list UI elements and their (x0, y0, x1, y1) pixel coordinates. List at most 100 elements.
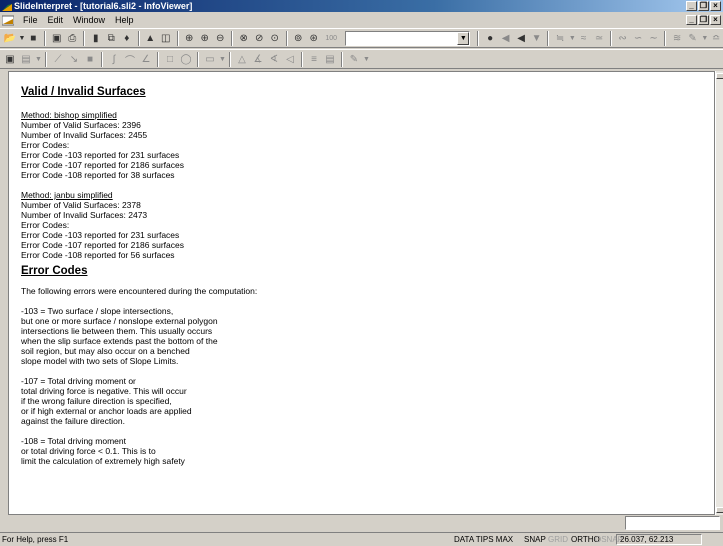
zoom-extents-icon[interactable]: ⊘ (253, 31, 267, 45)
document-icon (2, 15, 14, 25)
zoom-all-icon[interactable]: ⊕ (183, 31, 197, 45)
menu-edit[interactable]: Edit (43, 13, 69, 27)
graph-icon[interactable]: ▲ (144, 31, 158, 45)
probe-icon[interactable]: ∾ (616, 31, 630, 45)
triangle-icon[interactable]: △ (235, 52, 249, 66)
zoom-out-icon[interactable]: ⊖ (214, 31, 228, 45)
grid-toggle[interactable]: GRID (548, 533, 568, 546)
section-title-surfaces: Valid / Invalid Surfaces (21, 86, 146, 98)
zoom-window-icon[interactable]: ⊗ (237, 31, 251, 45)
print-icon[interactable]: ⎙ (66, 31, 80, 45)
report-line: Error Code -103 reported for 231 surface… (21, 230, 180, 240)
report-line: limit the calculation of extremely high … (21, 456, 185, 466)
surface-dropdown[interactable]: ▼ (569, 31, 576, 45)
info-viewer[interactable]: Valid / Invalid Surfaces Method: bishop … (8, 71, 715, 515)
view-combo[interactable]: ▼ (344, 30, 471, 46)
report-line: Error Code -103 reported for 231 surface… (21, 150, 180, 160)
minimize-button[interactable]: _ (686, 1, 697, 11)
report-line: Number of Invalid Surfaces: 2455 (21, 130, 148, 140)
coordinates-readout: 26.037, 62.213 (616, 534, 702, 545)
report-line: Number of Valid Surfaces: 2378 (21, 200, 141, 210)
previous-icon[interactable]: ◀ (514, 31, 528, 45)
pencil-dropdown[interactable]: ▼ (701, 31, 708, 45)
pan-icon[interactable]: ⊙ (268, 31, 282, 45)
open-dropdown[interactable]: ▼ (19, 31, 26, 45)
arc-icon[interactable]: ⌒ (123, 52, 137, 67)
report-line: if the wrong failure direction is specif… (21, 396, 172, 406)
snap-toggle[interactable]: SNAP (524, 533, 546, 546)
doc-restore-button[interactable]: ❒ (698, 15, 709, 25)
measure-icon[interactable]: ∽ (631, 31, 645, 45)
select-icon[interactable]: ▣ (3, 52, 17, 66)
scroll-down-button[interactable] (716, 507, 723, 513)
vertical-scrollbar[interactable] (715, 71, 723, 515)
rectangle-icon[interactable]: □ (163, 52, 177, 66)
report-line: -108 = Total driving moment (21, 436, 126, 446)
separator (547, 30, 550, 46)
method-heading: Method: janbu simplified (21, 190, 113, 200)
menu-window[interactable]: Window (68, 13, 110, 27)
line-icon[interactable]: ⟋ (51, 52, 65, 66)
table-icon[interactable]: ◫ (159, 31, 173, 45)
report-content: Valid / Invalid Surfaces Method: bishop … (21, 86, 621, 466)
pencil-icon[interactable]: ✎ (686, 31, 700, 45)
query-icon[interactable]: ≃ (592, 31, 606, 45)
edit-icon[interactable]: ▤ (19, 52, 33, 66)
maximize-button[interactable]: ❒ (698, 1, 709, 11)
text-box-dropdown[interactable]: ▼ (219, 52, 226, 66)
command-bar (0, 516, 723, 530)
separator (101, 51, 103, 67)
separator (157, 51, 159, 67)
ellipse-icon[interactable]: ◯ (179, 52, 193, 66)
separator (231, 30, 233, 46)
text-box-icon[interactable]: ▭ (203, 52, 217, 66)
record-icon[interactable]: ● (483, 31, 497, 45)
dimension-icon[interactable]: ∠ (139, 52, 153, 66)
window-title: SlideInterpret - [tutorial6.sli2 - InfoV… (14, 1, 193, 11)
eraser-icon[interactable]: ✎ (347, 52, 361, 66)
chevron-down-icon[interactable]: ▼ (457, 31, 470, 45)
scroll-up-button[interactable] (716, 73, 723, 79)
polygon-icon[interactable]: ◁ (283, 52, 297, 66)
menu-file[interactable]: File (18, 13, 43, 27)
data-tips-toggle[interactable]: DATA TIPS MAX (454, 533, 513, 546)
legend-icon[interactable]: ≋ (670, 31, 684, 45)
report-line: Error Code -108 reported for 38 surfaces (21, 170, 175, 180)
app-icon (2, 4, 12, 11)
compute-icon[interactable]: ♦ (120, 31, 134, 45)
surface-options-icon[interactable]: ≒ (553, 31, 567, 45)
copy-icon[interactable]: ⧉ (105, 31, 119, 45)
close-button[interactable]: × (710, 1, 721, 11)
menu-help[interactable]: Help (110, 13, 139, 27)
freehand-icon[interactable]: ∫ (107, 52, 121, 66)
main-toolbar: 📂 ▼ ■ ▣ ⎙ ▮ ⧉ ♦ ▲ ◫ ⊕ ⊕ ⊖ ⊗ ⊘ ⊙ ⊚ ⊛ 100 … (0, 28, 723, 48)
split-icon[interactable]: ∼ (647, 31, 661, 45)
print-preview-icon[interactable]: ▣ (50, 31, 64, 45)
first-icon[interactable]: ◀ (499, 31, 513, 45)
chart-icon[interactable]: ▮ (89, 31, 103, 45)
doc-minimize-button[interactable]: _ (686, 15, 697, 25)
chart-small-icon[interactable]: ▤ (323, 52, 337, 66)
zoom-previous-icon[interactable]: ⊚ (292, 31, 306, 45)
doc-close-button[interactable]: × (710, 15, 721, 25)
open-icon[interactable]: 📂 (3, 31, 17, 45)
zoom-scale-icon[interactable]: ⊛ (307, 31, 321, 45)
command-input[interactable] (625, 516, 720, 530)
section-title-error-codes: Error Codes (21, 265, 88, 277)
eraser-dropdown[interactable]: ▼ (363, 52, 370, 66)
edit-dropdown[interactable]: ▼ (35, 52, 42, 66)
method-heading: Method: bishop simplified (21, 110, 117, 120)
zoom-in-icon[interactable]: ⊕ (198, 31, 212, 45)
arrow-icon[interactable]: ↘ (67, 52, 81, 66)
slip-surface-icon[interactable]: ≈ (577, 31, 591, 45)
filter-icon[interactable]: ▼ (530, 31, 544, 45)
options-icon[interactable]: ≏ (709, 31, 723, 45)
report-line: when the slip surface extends past the b… (21, 336, 218, 346)
align-icon[interactable]: ≡ (307, 52, 321, 66)
angle-icon[interactable]: ∡ (251, 52, 265, 66)
report-line: slope model with two sets of Slope Limit… (21, 356, 179, 366)
menu-bar: File Edit Window Help _ ❒ × (0, 13, 723, 27)
rectangle-fill-icon[interactable]: ■ (83, 52, 97, 66)
save-icon[interactable]: ■ (27, 31, 41, 45)
polyline-icon[interactable]: ∢ (267, 52, 281, 66)
